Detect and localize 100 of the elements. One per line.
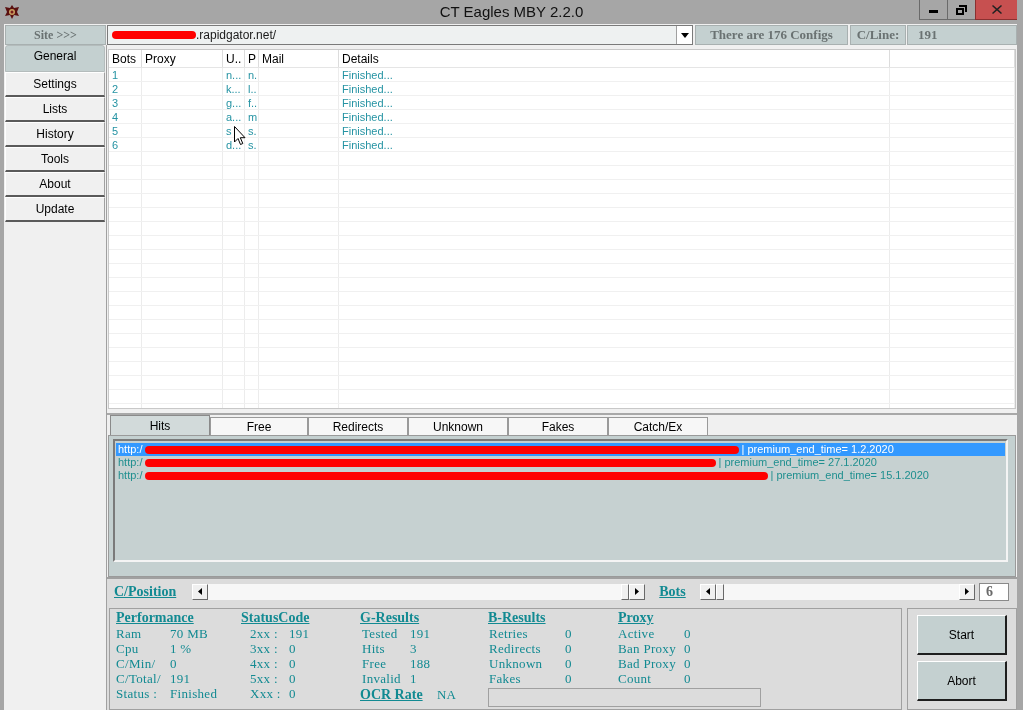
hit-info: | premium_end_time= 15.1.2020 bbox=[770, 469, 929, 482]
stat-value: 0 bbox=[289, 671, 296, 686]
result-tab[interactable]: Hits bbox=[110, 415, 210, 435]
column-header[interactable]: P bbox=[245, 50, 259, 67]
table-cell: k... bbox=[223, 82, 245, 95]
caret-left-icon bbox=[706, 588, 710, 595]
stat-label: 5xx : bbox=[250, 671, 279, 686]
result-tab[interactable]: Redirects bbox=[308, 417, 408, 435]
sidebar-tab[interactable]: General bbox=[5, 45, 105, 72]
column-header[interactable]: Mail bbox=[259, 50, 339, 67]
result-tab[interactable]: Catch/Ex bbox=[608, 417, 708, 435]
scroll-right-button[interactable] bbox=[629, 583, 645, 600]
table-cell: l.. bbox=[245, 82, 259, 95]
table-cell: f.. bbox=[245, 96, 259, 109]
url-text: http:/ bbox=[118, 456, 143, 469]
stat-value: 191 bbox=[410, 626, 431, 641]
table-cell: Finished... bbox=[339, 138, 890, 151]
minimize-button[interactable] bbox=[919, 0, 947, 20]
stat-label: Fakes bbox=[489, 671, 522, 686]
sidebar-tab[interactable]: Tools bbox=[5, 147, 105, 172]
column-header[interactable]: Details bbox=[339, 50, 890, 67]
sidebar-tab[interactable]: About bbox=[5, 172, 105, 197]
table-cell: Finished... bbox=[339, 82, 890, 95]
stat-value: 0 bbox=[289, 641, 296, 656]
stat-value: 0 bbox=[684, 671, 691, 686]
table-cell: n. bbox=[245, 68, 259, 81]
cline-label: C/Line: bbox=[850, 25, 906, 45]
site-url: .rapidgator.net/ bbox=[196, 27, 277, 44]
action-button[interactable]: Start bbox=[917, 615, 1007, 655]
table-cell: a... bbox=[223, 110, 245, 123]
scrollbar-thumb[interactable] bbox=[716, 583, 724, 600]
caret-left-icon bbox=[198, 588, 202, 595]
table-cell: Finished... bbox=[339, 96, 890, 109]
stat-label: Invalid bbox=[362, 671, 402, 686]
column-header[interactable]: Proxy bbox=[142, 50, 223, 67]
emblem-icon bbox=[4, 4, 20, 20]
restore-icon bbox=[956, 4, 967, 15]
section-heading: Performance bbox=[116, 610, 194, 626]
stat-value: 0 bbox=[565, 641, 572, 656]
column-header[interactable]: U.. bbox=[223, 50, 245, 67]
dropdown-button[interactable] bbox=[676, 26, 692, 44]
scroll-left-button[interactable] bbox=[700, 583, 716, 600]
table-cell: Finished... bbox=[339, 110, 890, 123]
result-tab[interactable]: Unknown bbox=[408, 417, 508, 435]
stat-label: C/Min/ bbox=[116, 656, 157, 671]
minimize-icon bbox=[929, 10, 938, 13]
section-heading: Proxy bbox=[618, 610, 654, 626]
stat-label: 4xx : bbox=[250, 656, 279, 671]
result-tab[interactable]: Fakes bbox=[508, 417, 608, 435]
stat-label: 3xx : bbox=[250, 641, 279, 656]
stat-value: 0 bbox=[289, 656, 296, 671]
stat-value: 191 bbox=[170, 671, 191, 686]
sidebar-tab[interactable]: Settings bbox=[5, 72, 105, 97]
stat-value: 0 bbox=[565, 626, 572, 641]
site-combobox[interactable]: .rapidgator.net/ bbox=[107, 25, 693, 45]
url-text: http:/ bbox=[118, 469, 143, 482]
sidebar-tab[interactable]: Lists bbox=[5, 97, 105, 122]
caret-right-icon bbox=[635, 588, 639, 595]
scroll-right-button[interactable] bbox=[959, 583, 975, 600]
stat-value: 3 bbox=[410, 641, 417, 656]
section-heading: G-Results bbox=[360, 610, 420, 626]
stat-label: Hits bbox=[362, 641, 386, 656]
bots-scrollbar[interactable] bbox=[700, 583, 975, 600]
stat-label: Unknown bbox=[489, 656, 544, 671]
stat-value: 0 bbox=[170, 656, 177, 671]
table-cell: 2 bbox=[109, 82, 142, 95]
result-tab[interactable]: Free bbox=[210, 417, 308, 435]
scrollbar-thumb[interactable] bbox=[621, 583, 629, 600]
sidebar-tab[interactable]: History bbox=[5, 122, 105, 147]
hit-info: | premium_end_time= 1.2.2020 bbox=[741, 443, 894, 456]
restore-button[interactable] bbox=[947, 0, 975, 20]
scroll-left-button[interactable] bbox=[192, 583, 208, 600]
ocr-rate-label: OCR Rate bbox=[360, 686, 424, 704]
stat-label: C/Total/ bbox=[116, 671, 162, 686]
section-heading: B-Results bbox=[488, 610, 546, 626]
bots-count-field[interactable]: 6 bbox=[979, 582, 1009, 601]
table-cell: 4 bbox=[109, 110, 142, 123]
stat-label: Active bbox=[618, 626, 656, 641]
table-cell: 6 bbox=[109, 138, 142, 151]
caret-right-icon bbox=[965, 588, 969, 595]
stat-label: Cpu bbox=[116, 641, 140, 656]
stat-label: Xxx : bbox=[250, 686, 282, 701]
table-cell: n... bbox=[223, 68, 245, 81]
table-cell: g... bbox=[223, 96, 245, 109]
action-button[interactable]: Abort bbox=[917, 661, 1007, 701]
stat-value: 0 bbox=[684, 656, 691, 671]
configs-info: There are 176 Configs bbox=[695, 25, 848, 45]
table-cell: 3 bbox=[109, 96, 142, 109]
section-heading: StatusCode bbox=[241, 610, 310, 626]
stat-label: Status : bbox=[116, 686, 159, 701]
stat-label: Count bbox=[618, 671, 653, 686]
window-title: CT Eagles MBY 2.2.0 bbox=[439, 2, 584, 22]
sidebar-tab[interactable]: Update bbox=[5, 197, 105, 222]
position-scrollbar[interactable] bbox=[192, 583, 645, 600]
stat-label: Retries bbox=[489, 626, 529, 641]
stat-label: Redirects bbox=[489, 641, 542, 656]
column-header[interactable]: Bots bbox=[109, 50, 142, 67]
stat-value: 0 bbox=[565, 671, 572, 686]
stat-value: 1 bbox=[410, 671, 417, 686]
hit-info: | premium_end_time= 27.1.2020 bbox=[718, 456, 877, 469]
